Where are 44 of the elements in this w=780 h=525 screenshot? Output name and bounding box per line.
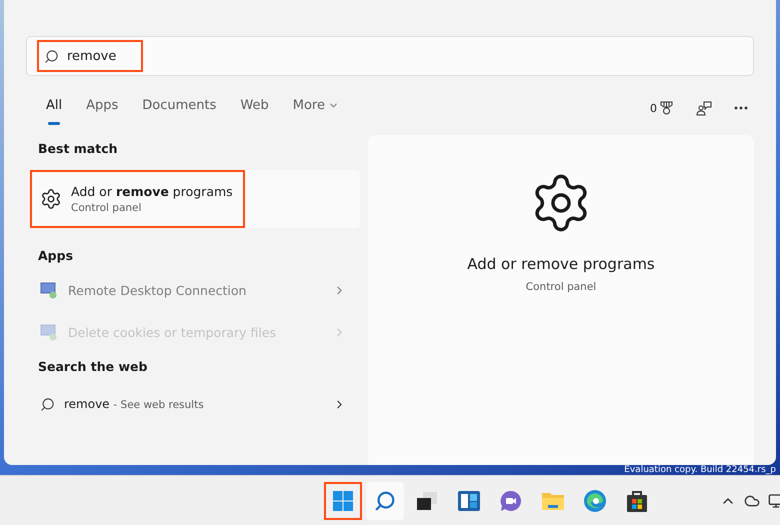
section-heading: Apps [37,247,74,265]
app-icon [40,281,58,299]
search-icon [44,48,59,64]
windows-logo-icon [333,490,353,510]
shopping-bag-icon [626,488,648,512]
cloud-icon [744,492,760,508]
gear-icon [40,188,62,210]
desktop-watermark: Evaluation copy. Build 22454.rs_p [624,465,776,475]
preview-subtitle: Control panel [526,281,596,293]
web-result[interactable]: remove - See web results [26,384,360,424]
result-subtitle: Control panel [71,202,142,214]
browser-icon [583,488,607,512]
search-taskbar-button[interactable] [366,482,404,520]
ellipsis-icon [734,106,748,110]
task-view-icon [415,490,439,512]
cloud-tray-button[interactable] [744,492,760,508]
filter-tab[interactable]: All [38,98,70,124]
video-chat-icon [499,490,523,512]
search-field[interactable]: remove [37,40,143,72]
monitor-icon [768,492,780,508]
widgets-icon [457,490,481,512]
search-input[interactable]: remove [67,48,127,64]
filter-tab[interactable]: Documents [134,98,224,124]
start-button[interactable] [324,482,362,520]
network-tray-button[interactable] [768,492,780,508]
filter-tab[interactable]: Apps [78,98,126,124]
search-icon [374,490,396,512]
rewards-points-button[interactable]: 0 [650,101,674,115]
best-match-result[interactable]: Add or remove programs Control panel [30,170,245,228]
more-options-button[interactable] [734,106,748,110]
filter-tab[interactable]: Web [232,98,277,124]
app-result[interactable]: Remote Desktop Connection [26,269,360,311]
search-icon [40,396,55,412]
result-title: Add or remove programs [71,184,233,199]
section-heading: Best match [37,140,119,158]
more-menu[interactable]: More [284,98,347,124]
medal-icon [659,101,674,115]
person-chat-icon [696,100,712,116]
web-query: remove - See web results [64,397,205,411]
app-name: Remote Desktop Connection [68,282,248,298]
preview-title: Add or remove programs [467,255,655,273]
section-heading: Search the web [37,358,148,376]
app-icon [40,323,58,341]
account-button[interactable] [696,100,712,116]
